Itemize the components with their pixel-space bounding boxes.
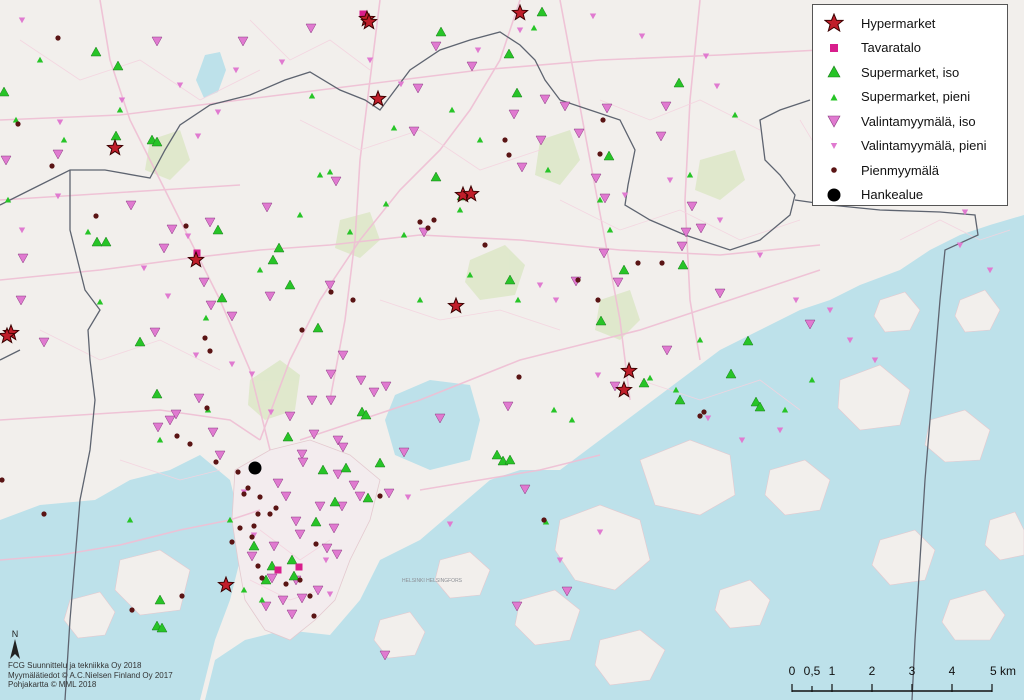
small-shop-marker	[267, 511, 273, 517]
legend-item-supermarket-large: Supermarket, iso	[821, 60, 999, 85]
small-shop-marker	[417, 219, 423, 225]
small-shop-marker	[55, 35, 61, 41]
small-shop-marker	[241, 491, 247, 497]
small-shop-marker	[93, 213, 99, 219]
department-store-marker	[295, 563, 303, 571]
triangle-large-icon	[821, 62, 847, 82]
small-shop-marker	[595, 297, 601, 303]
inverted-triangle-large-icon	[821, 111, 847, 131]
credit-line: Pohjakartta © MML 2018	[8, 680, 97, 689]
credits: FCG Suunnittelu ja tekniikka Oy 2018 Myy…	[8, 661, 173, 690]
legend-label: Valintamyymälä, pieni	[861, 138, 987, 154]
small-shop-marker	[187, 441, 193, 447]
small-shop-marker	[179, 593, 185, 599]
small-shop-marker	[15, 121, 21, 127]
small-shop-marker	[516, 374, 522, 380]
small-shop-marker	[431, 217, 437, 223]
small-shop-marker	[245, 485, 251, 491]
small-shop-marker	[600, 117, 606, 123]
triangle-small-icon	[821, 87, 847, 107]
credit-line: FCG Suunnittelu ja tekniikka Oy 2018	[8, 661, 142, 670]
small-shop-marker	[541, 517, 547, 523]
legend-label: Supermarket, pieni	[861, 89, 971, 105]
project-area-marker	[248, 461, 262, 475]
small-shop-marker	[307, 593, 313, 599]
small-shop-marker	[202, 335, 208, 341]
small-shop-marker	[697, 413, 703, 419]
small-shop-marker	[659, 260, 665, 266]
legend-item-convenience-large: Valintamyymälä, iso	[821, 109, 999, 134]
small-shop-marker	[174, 433, 180, 439]
legend-item-convenience-small: Valintamyymälä, pieni	[821, 134, 999, 159]
star-icon	[821, 13, 847, 33]
small-shop-marker	[257, 494, 263, 500]
legend-item-project-area: Hankealue	[821, 183, 999, 208]
small-shop-marker	[213, 459, 219, 465]
inverted-triangle-small-icon	[821, 136, 847, 156]
small-shop-marker	[255, 563, 261, 569]
small-shop-marker	[255, 511, 261, 517]
square-icon	[821, 38, 847, 58]
legend-label: Hypermarket	[861, 15, 936, 31]
legend-label: Valintamyymälä, iso	[861, 113, 976, 129]
legend-label: Tavaratalo	[861, 40, 921, 56]
black-circle-icon	[821, 185, 847, 205]
credit-line: Myymälätiedot © A.C.Nielsen Finland Oy 2…	[8, 670, 173, 680]
small-shop-marker	[129, 607, 135, 613]
small-shop-marker	[49, 163, 55, 169]
department-store-marker	[274, 566, 282, 574]
small-shop-marker	[482, 242, 488, 248]
north-label: N	[11, 629, 19, 639]
small-shop-marker	[575, 277, 581, 283]
small-shop-marker	[229, 539, 235, 545]
small-shop-marker	[251, 523, 257, 529]
small-shop-marker	[41, 511, 47, 517]
small-shop-marker	[297, 577, 303, 583]
small-shop-marker	[283, 581, 289, 587]
legend-label: Pienmyymälä	[861, 162, 940, 178]
small-shop-marker	[299, 327, 305, 333]
small-shop-marker	[701, 409, 707, 415]
legend-item-department-store: Tavaratalo	[821, 36, 999, 61]
small-shop-marker	[259, 575, 265, 581]
legend-item-hypermarket: Hypermarket	[821, 11, 999, 36]
small-shop-marker	[273, 505, 279, 511]
small-shop-marker	[249, 534, 255, 540]
map-view[interactable]: HELSINKI HELSINGFORS Hypermarket Tavarat…	[0, 0, 1024, 700]
legend: Hypermarket Tavaratalo Supermarket, iso …	[812, 4, 1008, 206]
small-shop-marker	[204, 405, 210, 411]
small-shop-marker	[502, 137, 508, 143]
scale-bar: 0 0,5 1 2 3 4 5 km	[788, 664, 1018, 694]
dot-icon	[821, 160, 847, 180]
small-shop-marker	[183, 223, 189, 229]
small-shop-marker	[425, 225, 431, 231]
small-shop-marker	[328, 289, 334, 295]
small-shop-marker	[237, 525, 243, 531]
legend-label: Supermarket, iso	[861, 64, 960, 80]
small-shop-marker	[313, 541, 319, 547]
scale-line	[791, 684, 993, 692]
small-shop-marker	[235, 469, 241, 475]
district-label: HELSINKI HELSINGFORS	[402, 578, 463, 584]
small-shop-marker	[311, 613, 317, 619]
small-shop-marker	[506, 152, 512, 158]
legend-item-small-shop: Pienmyymälä	[821, 158, 999, 183]
north-arrow: N	[8, 629, 22, 663]
small-shop-marker	[635, 260, 641, 266]
arrow-up-icon	[10, 639, 20, 659]
legend-label: Hankealue	[861, 187, 924, 203]
small-shop-marker	[207, 348, 213, 354]
small-shop-marker	[377, 493, 383, 499]
small-shop-marker	[597, 151, 603, 157]
small-shop-marker	[350, 297, 356, 303]
legend-item-supermarket-small: Supermarket, pieni	[821, 85, 999, 110]
